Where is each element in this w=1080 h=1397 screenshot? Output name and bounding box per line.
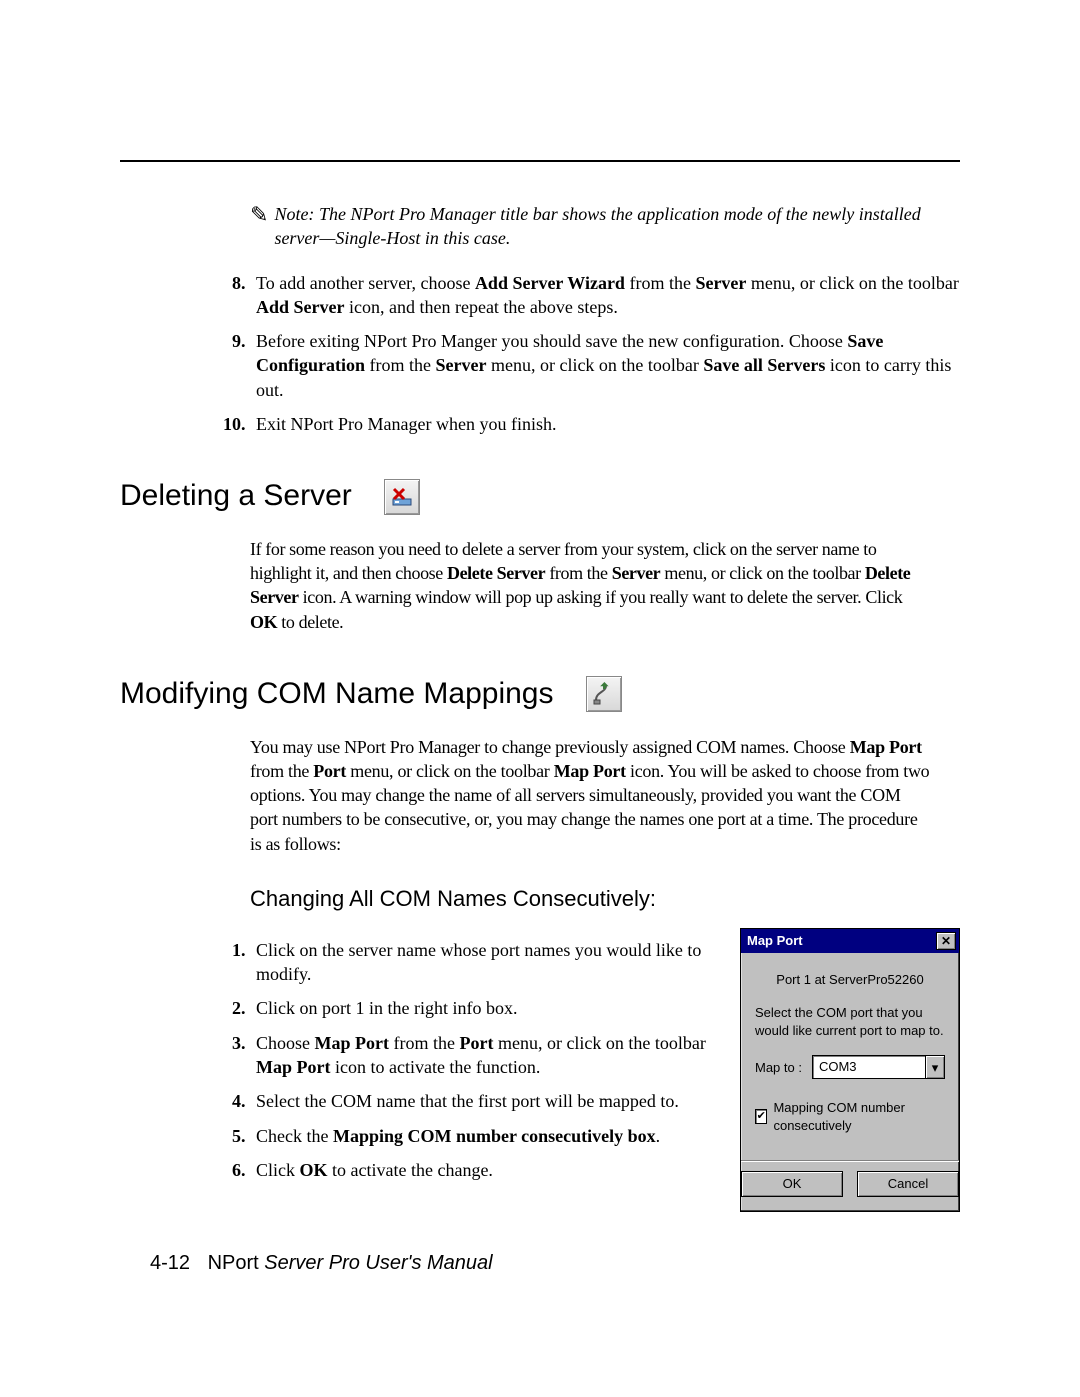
dialog-body: Port 1 at ServerPro52260 Select the COM … (741, 953, 959, 1161)
page-footer: 4-12 NPort Server Pro User's Manual (150, 1250, 493, 1277)
top-rule (120, 160, 960, 162)
delete-server-icon (384, 479, 420, 515)
heading-changing: Changing All COM Names Consecutively: (250, 884, 960, 914)
list-item: Exit NPort Pro Manager when you finish. (250, 412, 960, 436)
chevron-down-icon: ▾ (932, 1059, 939, 1077)
dialog-buttons: OK Cancel (741, 1160, 959, 1211)
dialog-titlebar: Map Port ✕ (741, 929, 959, 953)
footer-title-prefix: NPort (208, 1252, 265, 1274)
modifying-paragraph: You may use NPort Pro Manager to change … (250, 735, 930, 856)
dialog-close-button[interactable]: ✕ (936, 932, 956, 950)
consecutive-checkbox-row: ✔ Mapping COM number consecutively (755, 1099, 945, 1134)
deleting-paragraph: If for some reason you need to delete a … (250, 537, 930, 634)
list-item: Click OK to activate the change. (250, 1158, 710, 1182)
list-item: To add another server, choose Add Server… (250, 271, 960, 320)
note-hand-icon: ✎ (250, 204, 268, 226)
list-item: Before exiting NPort Pro Manger you shou… (250, 329, 960, 402)
page: ✎ Note: The NPort Pro Manager title bar … (0, 0, 1080, 1397)
left-column: Click on the server name whose port name… (220, 928, 710, 1192)
two-column: Click on the server name whose port name… (220, 928, 960, 1212)
ok-button[interactable]: OK (741, 1171, 843, 1197)
section-row-modifying: Modifying COM Name Mappings (120, 674, 960, 715)
mapto-label: Map to : (755, 1059, 802, 1077)
dropdown-button[interactable]: ▾ (925, 1056, 944, 1078)
dialog-title-text: Map Port (747, 932, 803, 950)
dialog-port-line: Port 1 at ServerPro52260 (755, 971, 945, 989)
note-block: ✎ Note: The NPort Pro Manager title bar … (250, 202, 960, 251)
map-port-icon (586, 676, 622, 712)
note-prefix: Note: (274, 204, 314, 224)
content-area: ✎ Note: The NPort Pro Manager title bar … (190, 202, 960, 1212)
changing-list: Click on the server name whose port name… (220, 938, 710, 1182)
close-icon: ✕ (941, 935, 951, 947)
consecutive-checkbox[interactable]: ✔ (755, 1109, 767, 1124)
heading-modifying: Modifying COM Name Mappings (120, 674, 554, 715)
list-item: Click on port 1 in the right info box. (250, 996, 710, 1020)
mapto-select[interactable]: COM3 ▾ (812, 1055, 945, 1079)
page-number: 4-12 (150, 1252, 190, 1274)
note-text: Note: The NPort Pro Manager title bar sh… (274, 202, 950, 251)
section-row-deleting: Deleting a Server (120, 476, 960, 517)
cancel-button[interactable]: Cancel (857, 1171, 959, 1197)
list-item: Click on the server name whose port name… (250, 938, 710, 987)
note-body: The NPort Pro Manager title bar shows th… (274, 204, 920, 248)
mapto-row: Map to : COM3 ▾ (755, 1055, 945, 1079)
map-port-dialog: Map Port ✕ Port 1 at ServerPro52260 Sele… (740, 928, 960, 1212)
check-icon: ✔ (757, 1111, 766, 1122)
footer-title-rest: Server Pro User's Manual (264, 1252, 492, 1274)
list-item: Choose Map Port from the Port menu, or c… (250, 1031, 710, 1080)
dialog-instruction: Select the COM port that you would like … (755, 1004, 945, 1039)
top-ordered-list: To add another server, choose Add Server… (220, 271, 960, 437)
list-item: Select the COM name that the first port … (250, 1089, 710, 1113)
mapto-value: COM3 (813, 1056, 925, 1078)
consecutive-checkbox-label: Mapping COM number consecutively (773, 1099, 945, 1134)
list-item: Check the Mapping COM number consecutive… (250, 1124, 710, 1148)
heading-deleting: Deleting a Server (120, 476, 352, 517)
